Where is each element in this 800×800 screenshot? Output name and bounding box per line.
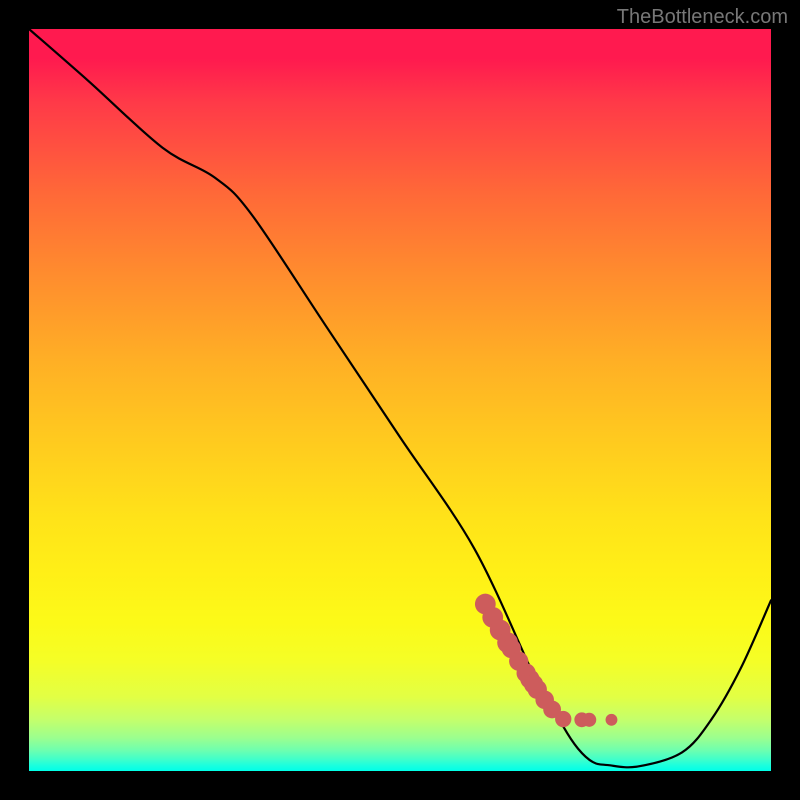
plot-area	[29, 29, 771, 771]
marker-dot	[582, 713, 596, 727]
curve-line	[29, 29, 771, 767]
marker-dot	[555, 711, 571, 727]
marker-group	[475, 594, 617, 728]
marker-dot	[606, 714, 618, 726]
chart-overlay	[29, 29, 771, 771]
watermark-text: TheBottleneck.com	[617, 6, 788, 29]
